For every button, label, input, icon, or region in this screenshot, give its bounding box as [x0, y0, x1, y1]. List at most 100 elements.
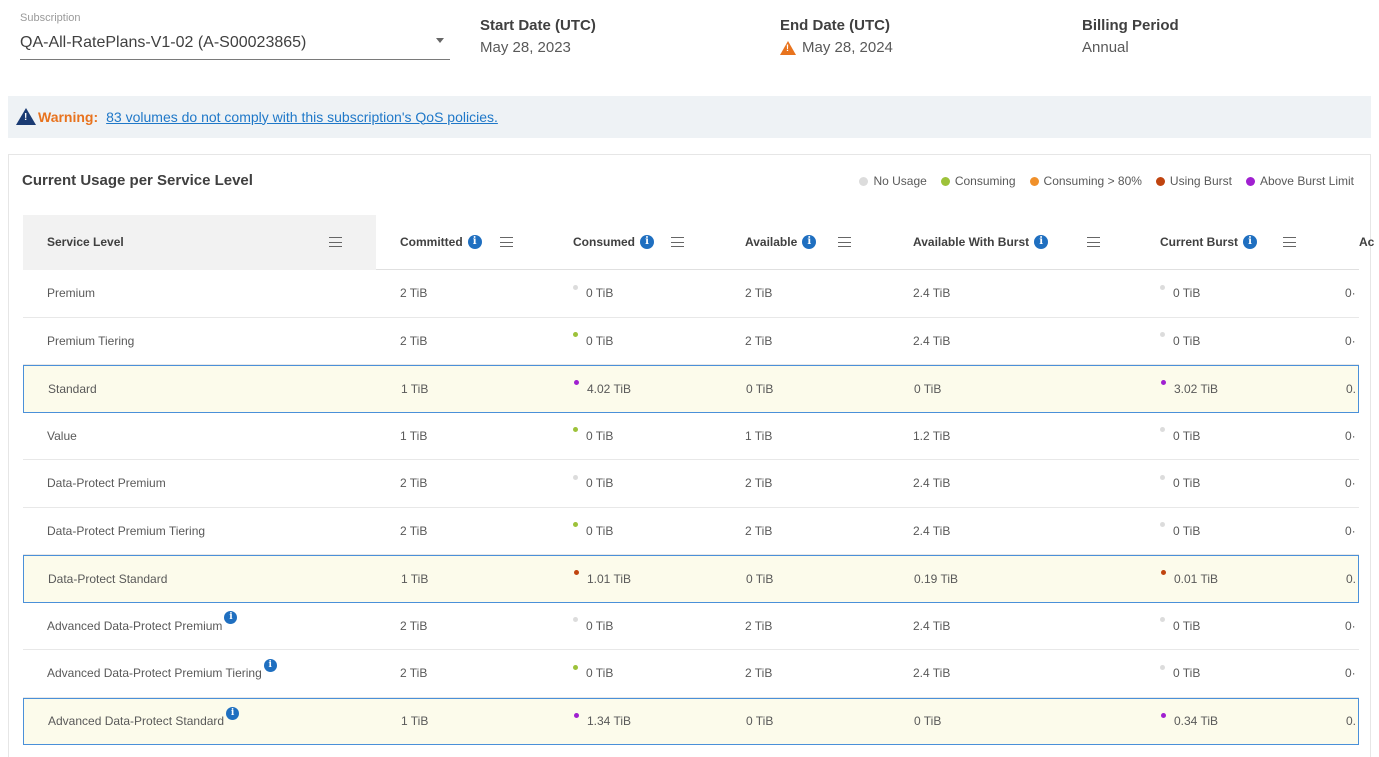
- legend-label: No Usage: [873, 174, 927, 188]
- cell-extra: 0·: [1345, 603, 1356, 650]
- cell-text: 0 TiB: [1173, 428, 1201, 443]
- cell-committed: 1 TiB: [401, 556, 428, 602]
- start-date-value: May 28, 2023: [480, 39, 571, 56]
- info-icon[interactable]: i: [802, 235, 817, 249]
- cell-extra: 0·: [1345, 413, 1356, 460]
- cell-extra: 0.: [1346, 366, 1356, 412]
- chevron-down-icon[interactable]: [436, 38, 444, 43]
- cell-text: 2.4 TiB: [913, 523, 951, 538]
- column-menu-icon[interactable]: [500, 237, 513, 247]
- cell-text: 2 TiB: [745, 666, 773, 681]
- info-icon[interactable]: i: [263, 658, 277, 672]
- cell-text: 0 TiB: [914, 714, 942, 729]
- legend-dot: [1155, 176, 1165, 186]
- column-header-current-burst[interactable]: Current Burst i: [1136, 215, 1335, 270]
- column-menu-icon[interactable]: [1087, 237, 1100, 247]
- cell-level: Premium Tiering: [47, 318, 134, 365]
- cell-text: 0 TiB: [1173, 286, 1201, 301]
- table-row[interactable]: Data-Protect Premium 2 TiB 0 TiB 2 TiB 2.4 T…: [23, 460, 1359, 508]
- table-row[interactable]: Advanced Data-Protect Premium Tiering i 2 …: [23, 650, 1359, 698]
- column-header-available-with-burst[interactable]: Available With Burst i: [889, 215, 1136, 270]
- table-row[interactable]: Data-Protect Premium Tiering 2 TiB 0 TiB 2 …: [23, 508, 1359, 555]
- cell-current-burst: 3.02 TiB: [1161, 366, 1218, 412]
- start-date: Start Date (UTC) May 28, 2023: [480, 17, 596, 56]
- legend-dot: [1245, 176, 1255, 186]
- legend-label: Using Burst: [1169, 174, 1232, 188]
- cell-text: Standard: [48, 381, 97, 396]
- status-dot: [1161, 570, 1166, 576]
- cell-burst-avail: 0.19 TiB: [914, 556, 958, 602]
- usage-table: Service Level Committed i Consumed i Availabl…: [23, 215, 1374, 745]
- cell-text: 0 TiB: [1173, 333, 1201, 348]
- column-menu-icon[interactable]: [671, 237, 684, 247]
- column-header-label: Consumed i: [573, 235, 655, 249]
- column-header-label: Ac: [1359, 235, 1374, 249]
- column-header-ac[interactable]: Ac: [1335, 215, 1374, 270]
- info-icon[interactable]: i: [1034, 235, 1049, 249]
- cell-text: 2 TiB: [745, 286, 773, 301]
- cell-level: Data-Protect Premium Tiering: [47, 508, 205, 555]
- subscription-header: Subscription QA-All-RatePlans-V1-02 (A-S…: [0, 0, 1379, 80]
- table-row[interactable]: Advanced Data-Protect Premium i 2 TiB 0 TiB…: [23, 603, 1359, 650]
- cell-committed: 2 TiB: [400, 603, 427, 650]
- cell-text: 0.: [1346, 381, 1357, 396]
- column-menu-icon[interactable]: [329, 237, 342, 247]
- status-dot: [574, 380, 579, 386]
- cell-extra: 0.: [1346, 556, 1356, 602]
- column-header-consumed[interactable]: Consumed i: [549, 215, 721, 270]
- table-row[interactable]: Standard 1 TiB 4.02 TiB 0 TiB 0 TiB 3.02 TiB 0…: [23, 365, 1359, 413]
- cell-consumed: 0 TiB: [573, 413, 613, 460]
- status-dot: [1160, 474, 1165, 480]
- info-icon[interactable]: i: [224, 611, 238, 625]
- cell-consumed: 1.01 TiB: [574, 556, 631, 602]
- column-header-committed[interactable]: Committed i: [376, 215, 549, 270]
- cell-text: 3.02 TiB: [1174, 381, 1219, 396]
- table-row[interactable]: Data-Protect Standard 1 TiB 1.01 TiB 0 TiB 0…: [23, 555, 1359, 603]
- cell-text: 1 TiB: [745, 428, 773, 443]
- cell-burst-avail: 2.4 TiB: [913, 508, 950, 555]
- table-row[interactable]: Value 1 TiB 0 TiB 1 TiB 1.2 TiB 0 TiB 0·: [23, 413, 1359, 460]
- status-dot: [573, 474, 578, 480]
- table-row[interactable]: Premium 2 TiB 0 TiB 2 TiB 2.4 TiB 0 TiB 0·: [23, 270, 1359, 318]
- cell-committed: 2 TiB: [400, 650, 427, 697]
- cell-current-burst: 0.34 TiB: [1161, 699, 1218, 745]
- info-icon[interactable]: i: [1243, 235, 1258, 249]
- cell-text: 0 TiB: [586, 666, 614, 681]
- column-header-label: Available With Burst i: [913, 235, 1049, 249]
- table-row[interactable]: Advanced Data-Protect Standard i 1 TiB 1.34…: [23, 697, 1359, 745]
- info-icon[interactable]: i: [467, 235, 482, 249]
- cell-text: 1.2 TiB: [913, 428, 951, 443]
- status-dot: [573, 617, 578, 623]
- cell-text: 0 TiB: [746, 571, 774, 586]
- cell-text: Advanced Data-Protect Premium: [47, 618, 223, 633]
- cell-level: Premium: [47, 270, 95, 317]
- info-icon[interactable]: i: [226, 706, 240, 720]
- cell-text: 0·: [1345, 333, 1356, 348]
- cell-current-burst: 0 TiB: [1160, 508, 1200, 555]
- column-menu-icon[interactable]: [838, 237, 851, 247]
- cell-text: 0.: [1346, 571, 1357, 586]
- cell-text: 2 TiB: [745, 618, 773, 633]
- info-icon[interactable]: i: [640, 235, 655, 249]
- table-row[interactable]: Premium Tiering 2 TiB 0 TiB 2 TiB 2.4 TiB 0 T…: [23, 318, 1359, 365]
- cell-text: 2 TiB: [745, 333, 773, 348]
- cell-consumed: 1.34 TiB: [574, 699, 631, 745]
- status-dot: [573, 332, 578, 338]
- column-header-service-level[interactable]: Service Level: [23, 215, 376, 270]
- column-menu-icon[interactable]: [1283, 237, 1296, 247]
- cell-consumed: 0 TiB: [573, 318, 613, 365]
- noncompliant-volumes-link[interactable]: 83 volumes do not comply with this subsc…: [106, 109, 498, 125]
- cell-committed: 2 TiB: [400, 318, 427, 365]
- cell-text: 2 TiB: [400, 618, 428, 633]
- status-dot: [573, 522, 578, 528]
- cell-consumed: 0 TiB: [573, 460, 613, 507]
- cell-text: 0 TiB: [1173, 476, 1201, 491]
- column-header-available[interactable]: Available i: [721, 215, 889, 270]
- status-dot: [573, 664, 578, 670]
- cell-text: 1 TiB: [401, 714, 429, 729]
- cell-extra: 0·: [1345, 318, 1356, 365]
- subscription-select[interactable]: Subscription QA-All-RatePlans-V1-02 (A-S…: [20, 12, 450, 60]
- cell-available: 2 TiB: [745, 603, 772, 650]
- legend-item: Above Burst Limit: [1245, 174, 1354, 188]
- legend-dot: [859, 176, 869, 186]
